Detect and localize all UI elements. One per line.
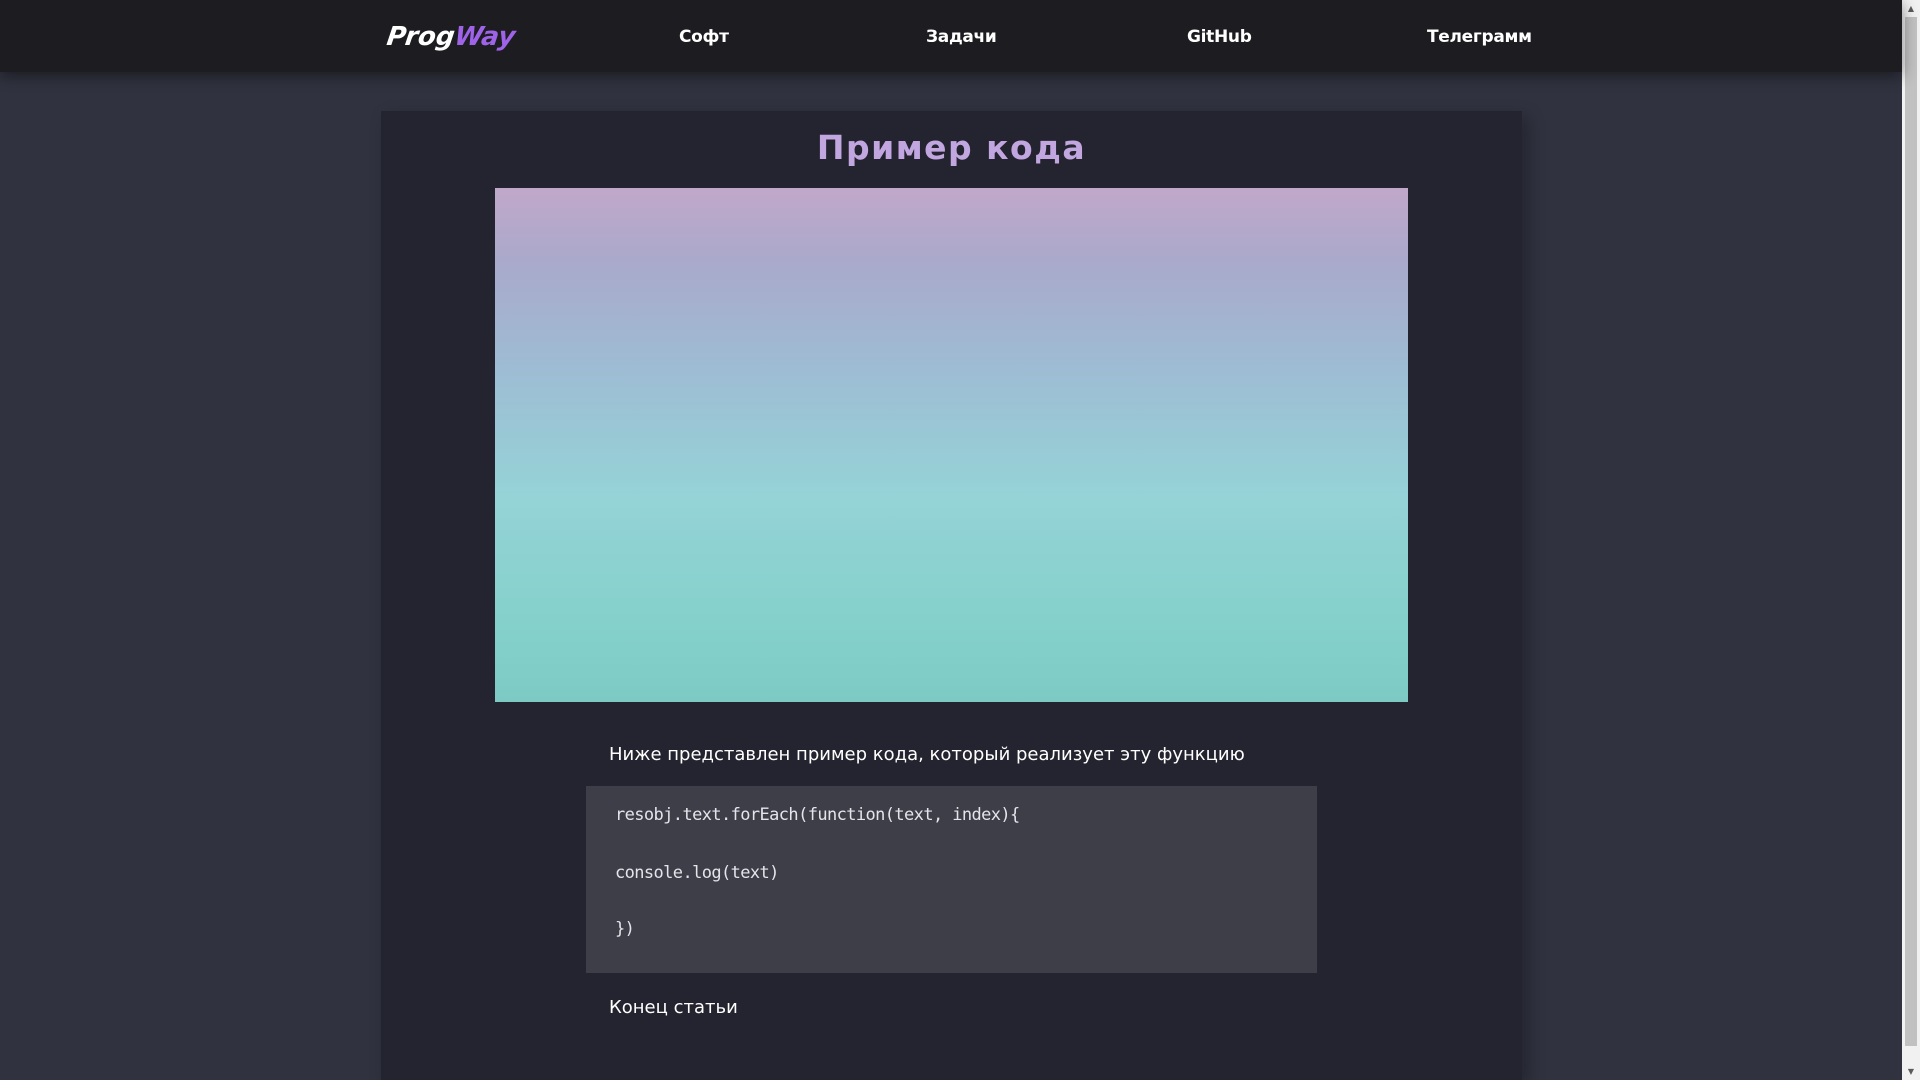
scroll-up-arrow-icon[interactable]: ▲ bbox=[1902, 0, 1920, 17]
site-logo[interactable]: ProgWay bbox=[385, 20, 518, 54]
logo-text-prog: Prog bbox=[384, 22, 457, 52]
nav-link-tasks[interactable]: Задачи bbox=[926, 24, 997, 50]
code-line-3: }) bbox=[615, 919, 635, 939]
vertical-scrollbar[interactable]: ▲ ▼ bbox=[1902, 0, 1920, 1080]
article-title: Пример кода bbox=[816, 128, 1087, 167]
nav-link-soft[interactable]: Софт bbox=[679, 24, 729, 50]
nav-link-github[interactable]: GitHub bbox=[1187, 24, 1252, 50]
logo-text-way: Way bbox=[452, 22, 518, 52]
top-navbar: ProgWay Софт Задачи GitHub Телеграмм bbox=[0, 0, 1902, 72]
article-intro-text: Ниже представлен пример кода, который ре… bbox=[609, 744, 1245, 765]
code-block: resobj.text.forEach(function(text, index… bbox=[586, 786, 1317, 973]
page: ProgWay Софт Задачи GitHub Телеграмм При… bbox=[0, 0, 1920, 1080]
scrollbar-thumb[interactable] bbox=[1905, 17, 1917, 1046]
nav-link-telegram[interactable]: Телеграмм bbox=[1427, 24, 1532, 50]
code-line-1: resobj.text.forEach(function(text, index… bbox=[615, 805, 1020, 825]
scroll-down-arrow-icon[interactable]: ▼ bbox=[1902, 1063, 1920, 1080]
article-hero-image bbox=[495, 188, 1408, 702]
article-card: Пример кода Ниже представлен пример кода… bbox=[381, 111, 1522, 1080]
code-line-2: console.log(text) bbox=[615, 863, 779, 883]
article-end-text: Конец статьи bbox=[609, 997, 738, 1018]
